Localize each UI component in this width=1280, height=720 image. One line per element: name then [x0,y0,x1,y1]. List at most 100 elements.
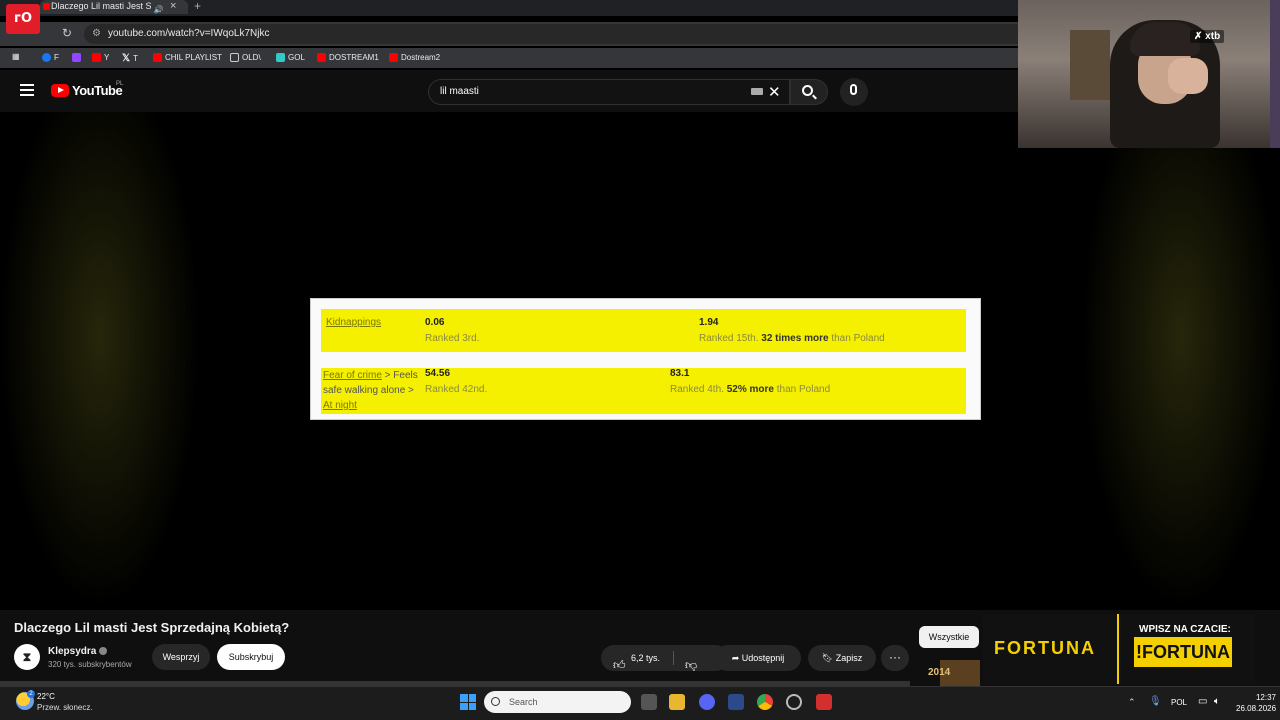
apps-grid-icon[interactable]: ▦ [12,52,20,61]
keyboard-icon[interactable] [751,88,763,95]
x-icon: 𝕏 [122,53,131,64]
verified-icon [99,647,107,655]
youtube-icon [92,53,101,62]
twitch-icon [72,53,81,62]
youtube-logo[interactable]: YouTube [51,83,123,98]
youtube-favicon-icon [43,3,50,10]
bookmark-item[interactable]: Dostream2 [389,53,440,62]
taskbar-search-input[interactable] [484,691,631,713]
fortuna-command: !FORTUNA [1134,637,1232,667]
search-icon [491,697,500,706]
overlay-logo: ᴦO [6,4,40,34]
speaker-icon[interactable]: 🔊 [154,5,164,14]
weather-temperature[interactable]: 22°C [37,692,55,701]
youtube-play-icon [51,84,69,97]
stat-value: 83.1 [670,368,690,379]
taskbar-search-placeholder[interactable]: Search [509,697,538,707]
stat-value: 1.94 [699,317,719,328]
like-count[interactable]: 6,2 tys. [631,645,660,671]
filter-chip-all[interactable]: Wszystkie [919,626,979,648]
fortuna-call-to-action: WPISZ NA CZACIE: [1139,624,1231,635]
network-icon[interactable]: ▭ [1198,696,1207,707]
task-view-icon[interactable] [641,694,657,710]
share-icon: ➦ [731,653,742,663]
bookmark-item[interactable]: Y [92,53,109,62]
tab-title: Dlaczego Lil masti Jest Sprz [51,1,151,11]
support-button[interactable]: Wesprzyj [152,644,210,670]
volume-icon[interactable]: 🔈︎ [1214,696,1220,707]
folder-icon [230,53,239,62]
stat-label: Fear of crime > Feels safe walking alone… [323,370,418,411]
share-button[interactable]: ➦ Udostępnij [715,645,801,671]
stat-row-kidnappings: Kidnappings 0.06 Ranked 3rd. 1.94 Ranked… [321,309,966,352]
webcam-edge [1270,0,1280,148]
microphone-icon[interactable] [850,84,857,95]
fortuna-logo: FORTUNA [994,638,1096,658]
bookmark-item[interactable]: OLD\ [230,53,261,62]
channel-avatar[interactable]: ⧗ [14,644,40,670]
discord-icon[interactable] [699,694,715,710]
file-explorer-icon[interactable] [669,694,685,710]
weather-description[interactable]: Przew. słonecz. [37,703,93,712]
reload-icon[interactable]: ↻ [62,26,72,40]
search-icon[interactable] [802,85,813,96]
system-clock[interactable]: 12:37 26.08.2026 [1236,692,1276,714]
stat-value: 54.56 [425,368,451,379]
region-label: PL [116,81,124,87]
search-input[interactable] [428,79,790,105]
stat-rank: Ranked 4th. 52% more than Poland [670,384,831,395]
tray-microphone-icon[interactable]: 🎙︎ [1149,696,1162,707]
app-red-icon[interactable] [816,694,832,710]
bookmark-item[interactable]: CHIL PLAYLIST [153,53,222,62]
url-text[interactable]: youtube.com/watch?v=IWqoLk7Njkc [108,28,269,39]
bookmark-item[interactable] [72,53,84,62]
clear-search-icon[interactable]: ✕ [768,83,781,101]
stat-rank: Ranked 42nd. [425,384,488,395]
stat-rank: Ranked 15th. 32 times more than Poland [699,333,885,344]
bookmark-item[interactable]: GOL [276,53,305,62]
webcam-hand [1168,58,1208,94]
tab-close-icon[interactable]: × [170,0,176,12]
app-icon[interactable] [728,694,744,710]
ambient-glow-left [0,112,200,610]
chrome-icon[interactable] [757,694,773,710]
windows-taskbar [0,686,1280,720]
youtube-icon [153,53,162,62]
thumbs-up-icon[interactable]: 👍︎ [613,652,626,678]
video-frame-statistics-table: Kidnappings 0.06 Ranked 3rd. 1.94 Ranked… [310,298,981,420]
save-button[interactable]: 🔖︎ Zapisz [808,645,876,671]
subscribe-button[interactable]: Subskrybuj [217,644,285,670]
gol-icon [276,53,285,62]
youtube-icon [317,53,326,62]
thumbs-down-icon[interactable]: 👎︎ [685,652,697,678]
stat-value: 0.06 [425,317,445,328]
browser-tab[interactable]: Dlaczego Lil masti Jest Sprz 🔊 [40,0,188,14]
ambient-glow-right [1082,112,1280,610]
obs-icon[interactable] [786,694,802,710]
youtube-icon [389,53,398,62]
stat-rank: Ranked 3rd. [425,333,480,344]
search-query[interactable]: lil maasti [440,86,479,97]
webcam-shelf [1070,30,1110,100]
more-actions-button[interactable]: ··· [881,645,909,671]
subscriber-count: 320 tys. subskrybentów [48,660,132,669]
hamburger-menu-icon[interactable] [20,84,34,96]
new-tab-button[interactable]: + [194,0,201,13]
youtube-wordmark: YouTube [72,83,123,98]
xtb-logo: ✗ xtb [1190,30,1225,43]
divider [673,651,674,665]
bookmark-item[interactable]: DOSTREAM1 [317,53,379,62]
bookmark-icon: 🔖︎ [821,653,836,663]
windows-start-icon[interactable] [460,694,476,710]
bookmark-item[interactable]: F [42,53,59,62]
thumbnail-year-label: 2014 [928,667,951,678]
like-dislike-group: 👍︎ 6,2 tys. 👎︎ [601,645,729,672]
bookmark-item[interactable]: 𝕏T [122,53,138,64]
channel-name[interactable]: Klepsydra [48,646,96,657]
language-indicator[interactable]: POL [1171,698,1187,707]
site-info-icon[interactable]: ⚙ [92,28,101,39]
video-title: Dlaczego Lil masti Jest Sprzedajną Kobie… [14,620,290,635]
tray-overflow-icon[interactable]: ⌃ [1128,697,1136,708]
facebook-icon [42,53,51,62]
weather-badge: 2 [27,690,35,698]
